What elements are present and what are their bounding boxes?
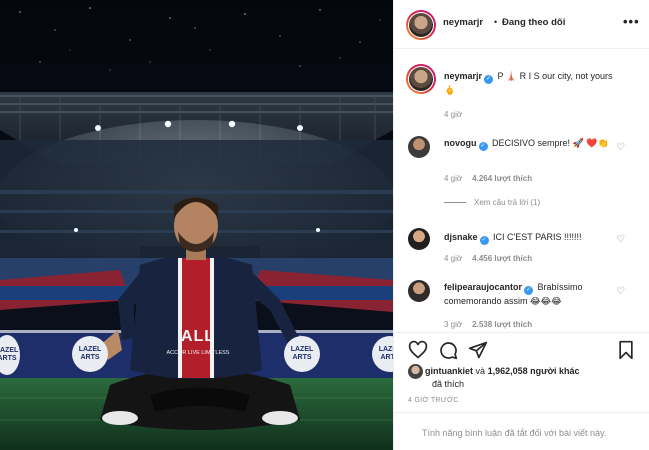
post-timestamp[interactable]: 4 GIỜ TRƯỚC bbox=[408, 397, 459, 404]
comment-username[interactable]: novogu bbox=[444, 138, 477, 148]
post-header: neymarjr • Đang theo dõi ••• bbox=[394, 0, 649, 49]
stadium-image bbox=[0, 0, 393, 450]
comment-bubble-icon[interactable] bbox=[438, 340, 458, 360]
share-send-icon[interactable] bbox=[468, 340, 488, 360]
following-button[interactable]: Đang theo dõi bbox=[502, 17, 565, 28]
comment-time[interactable]: 4 giờ bbox=[444, 174, 462, 183]
comment-likes[interactable]: 4.264 lượt thích bbox=[472, 174, 532, 183]
likes-tail: đã thích bbox=[432, 379, 465, 389]
likes-others[interactable]: 1,962,058 người khác bbox=[488, 366, 580, 376]
verified-badge-icon: ✓ bbox=[524, 286, 534, 295]
comments-list[interactable]: neymarjr ✓ P 🗼 R I S our city, not yours … bbox=[394, 50, 649, 332]
comment-username[interactable]: felipearaujocantor bbox=[444, 282, 522, 292]
comment-time[interactable]: 3 giờ bbox=[444, 320, 462, 329]
comment-meta: 4 giờ 4.456 lượt thích bbox=[444, 254, 532, 263]
view-replies-button[interactable]: Xem câu trả lời (1) bbox=[444, 198, 540, 207]
save-bookmark-icon[interactable] bbox=[616, 340, 636, 360]
comment-text: DECISIVO sempre! 🚀 ❤️👏 bbox=[492, 138, 609, 148]
jersey-sponsor: ALL bbox=[180, 328, 216, 345]
more-options-icon[interactable]: ••• bbox=[623, 14, 640, 29]
comment-likes[interactable]: 2.538 lượt thích bbox=[472, 320, 532, 329]
author-username[interactable]: neymarjr bbox=[443, 17, 483, 28]
caption-avatar[interactable] bbox=[406, 64, 436, 94]
comment-time[interactable]: 4 giờ bbox=[444, 254, 462, 263]
liker-avatar[interactable] bbox=[408, 364, 423, 379]
separator-dot: • bbox=[494, 17, 498, 27]
like-comment-heart-icon[interactable]: ♡ bbox=[616, 142, 625, 153]
caption-username[interactable]: neymarjr bbox=[444, 71, 482, 81]
post-photo[interactable]: LAZEL ARTS LAZEL ARTS LAZEL ARTS LAZEL A… bbox=[0, 0, 393, 450]
comment-text: ICI C'EST PARIS !!!!!!! bbox=[493, 232, 582, 242]
comments-disabled-notice: Tính năng bình luận đã tắt đối với bài v… bbox=[394, 412, 649, 450]
like-heart-icon[interactable] bbox=[408, 340, 428, 360]
ad-board-mid: LAZEL ARTS bbox=[72, 336, 108, 372]
comment-meta: 3 giờ 2.538 lượt thích bbox=[444, 320, 532, 329]
like-comment-heart-icon[interactable]: ♡ bbox=[616, 234, 625, 245]
commenter-avatar[interactable] bbox=[408, 136, 430, 158]
post-action-bar bbox=[394, 332, 649, 366]
post-side-panel: neymarjr • Đang theo dõi ••• neymarjr ✓ P… bbox=[393, 0, 649, 450]
author-avatar[interactable] bbox=[406, 10, 436, 40]
view-replies-label: Xem câu trả lời (1) bbox=[474, 198, 541, 207]
likes-joiner: và bbox=[475, 366, 486, 376]
comments-disabled-text: Tính năng bình luận đã tắt đối với bài v… bbox=[422, 428, 607, 438]
verified-badge-icon: ✓ bbox=[484, 75, 494, 84]
comment-username[interactable]: djsnake bbox=[444, 232, 478, 242]
verified-badge-icon: ✓ bbox=[479, 236, 489, 245]
comment-meta: 4 giờ 4.264 lượt thích bbox=[444, 174, 532, 183]
like-comment-heart-icon[interactable]: ♡ bbox=[616, 286, 625, 297]
replies-line bbox=[444, 202, 466, 204]
commenter-avatar[interactable] bbox=[408, 280, 430, 302]
liker-username[interactable]: gintuankiet bbox=[425, 366, 473, 376]
jersey-sponsor-sub: ACCOR LIVE LIMITLESS bbox=[166, 350, 230, 356]
verified-badge-icon: ✓ bbox=[478, 142, 488, 151]
caption-time[interactable]: 4 giờ bbox=[444, 110, 462, 119]
comment-likes[interactable]: 4.456 lượt thích bbox=[472, 254, 532, 263]
ad-board-right-a: LAZEL ARTS bbox=[284, 336, 320, 372]
commenter-avatar[interactable] bbox=[408, 228, 430, 250]
